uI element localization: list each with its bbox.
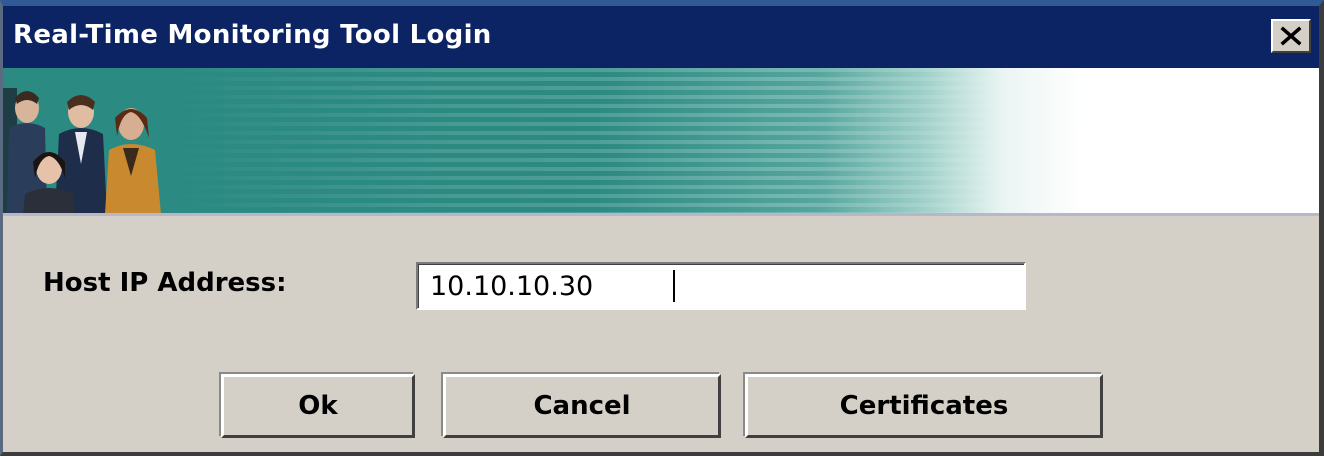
host-ip-input[interactable] [416,262,1026,310]
cancel-button[interactable]: Cancel [443,374,721,438]
window-title: Real-Time Monitoring Tool Login [13,20,492,50]
title-bar[interactable]: Real-Time Monitoring Tool Login [3,6,1319,68]
ok-button[interactable]: Ok [221,374,415,438]
people-banner-image [3,68,1319,214]
people-illustration [3,88,161,214]
banner-divider [3,213,1319,216]
banner-stripes [163,68,1063,214]
certificates-button[interactable]: Certificates [745,374,1103,438]
close-button[interactable] [1271,19,1311,53]
host-ip-label: Host IP Address: [43,268,287,298]
login-dialog: Real-Time Monitoring Tool Login Host IP … [0,0,1324,456]
text-caret [673,270,675,302]
close-icon [1280,26,1302,46]
